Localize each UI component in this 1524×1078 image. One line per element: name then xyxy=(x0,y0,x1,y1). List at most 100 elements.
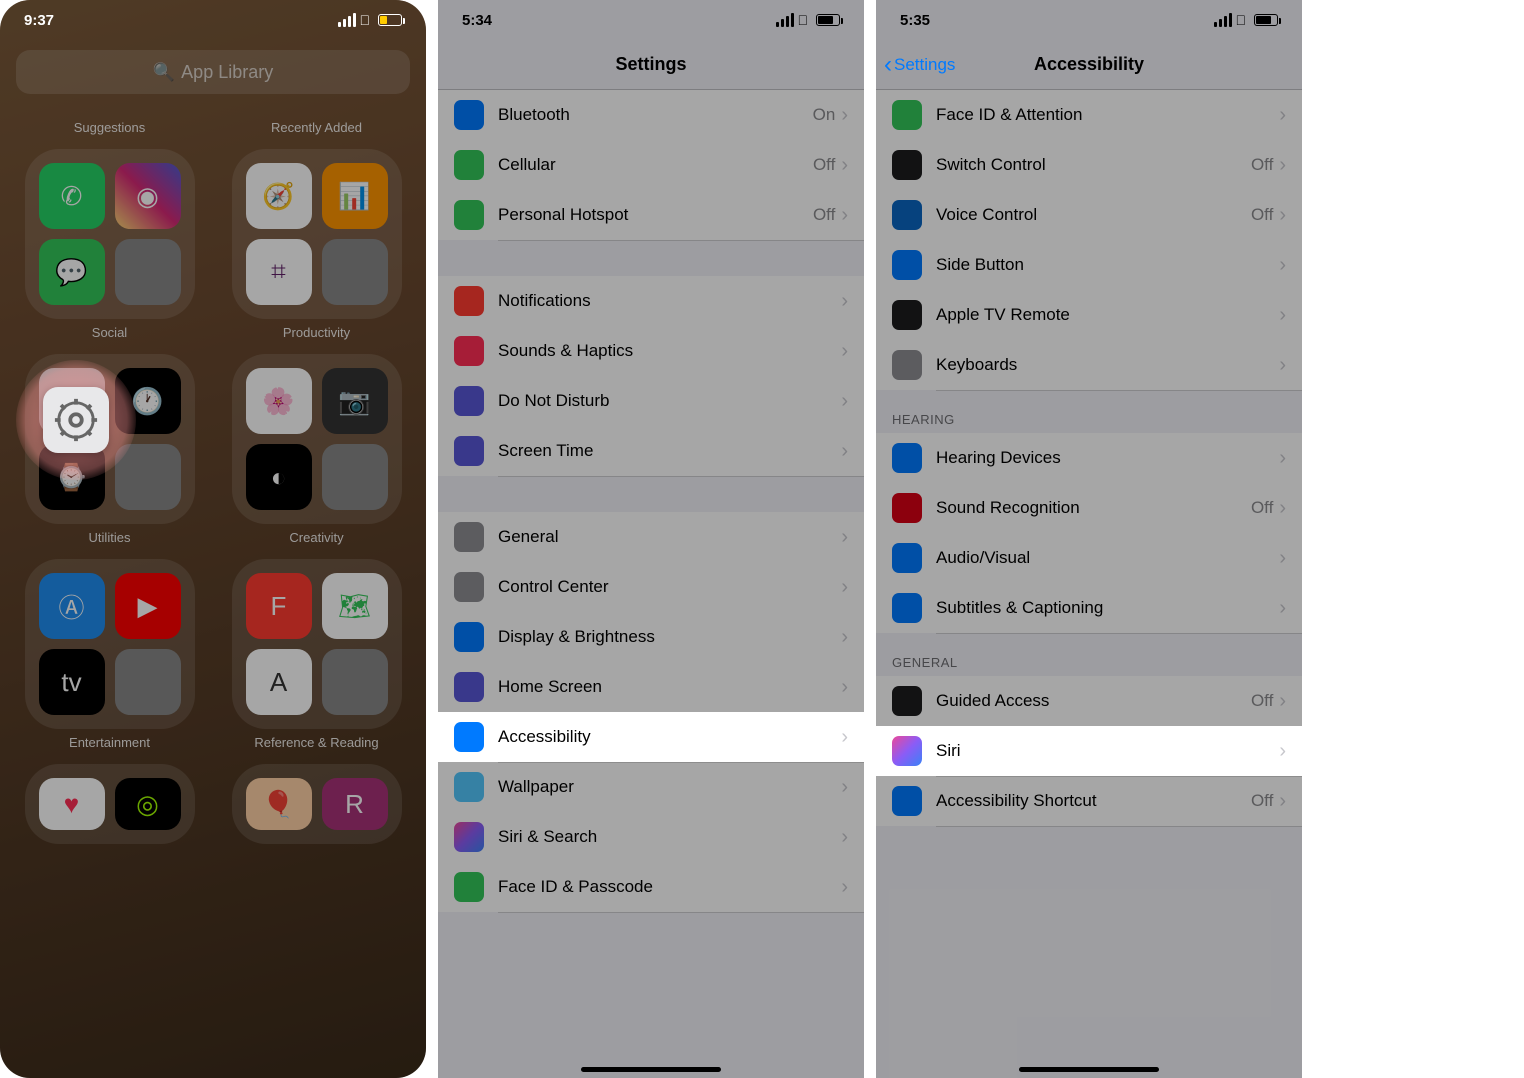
audio-visual-icon xyxy=(892,543,922,573)
slack-icon[interactable]: ⌗ xyxy=(246,239,312,305)
folder-more-icon[interactable] xyxy=(322,239,388,305)
settings-row[interactable]: Personal HotspotOff› xyxy=(438,190,864,240)
chevron-right-icon: › xyxy=(1279,304,1286,327)
camera-icon[interactable]: 📷 xyxy=(322,368,388,434)
chevron-right-icon: › xyxy=(1279,497,1286,520)
row-label: Face ID & Attention xyxy=(936,105,1279,125)
settings-row[interactable]: Siri & Search› xyxy=(438,812,864,862)
settings-row[interactable]: CellularOff› xyxy=(438,140,864,190)
settings-row[interactable]: Home Screen› xyxy=(438,662,864,712)
settings-row[interactable]: Control Center› xyxy=(438,562,864,612)
chevron-right-icon: › xyxy=(841,676,848,699)
row-label: Hearing Devices xyxy=(936,448,1279,468)
folder-label: Recently Added xyxy=(223,120,410,135)
chevron-right-icon: › xyxy=(841,626,848,649)
settings-list[interactable]: BluetoothOn›CellularOff›Personal Hotspot… xyxy=(438,90,864,912)
safari-icon[interactable]: 🧭 xyxy=(246,163,312,229)
flipboard-icon[interactable]: F xyxy=(246,573,312,639)
settings-row[interactable]: Wallpaper› xyxy=(438,762,864,812)
analytics-icon[interactable]: 📊 xyxy=(322,163,388,229)
home-indicator[interactable] xyxy=(581,1067,721,1072)
folder-more-icon[interactable] xyxy=(115,649,181,715)
settings-row[interactable]: Guided AccessOff› xyxy=(876,676,1302,726)
voice-control-icon xyxy=(892,200,922,230)
row-label: Do Not Disturb xyxy=(498,391,841,411)
whatsapp-icon[interactable]: ✆ xyxy=(39,163,105,229)
section-gap xyxy=(438,240,864,276)
settings-row[interactable]: Keyboards› xyxy=(876,340,1302,390)
back-button[interactable]: ‹ Settings xyxy=(884,51,955,79)
folder-more-icon[interactable] xyxy=(115,239,181,305)
settings-app-icon[interactable] xyxy=(43,387,109,453)
messages-icon[interactable]: 💬 xyxy=(39,239,105,305)
appletv-icon[interactable]: tv xyxy=(39,649,105,715)
row-label: Siri & Search xyxy=(498,827,841,847)
folder-label: Entertainment xyxy=(16,735,203,750)
settings-row[interactable]: General› xyxy=(438,512,864,562)
folder-reference[interactable]: F 🗺 A xyxy=(232,559,402,729)
row-label: Side Button xyxy=(936,255,1279,275)
settings-row[interactable]: Screen Time› xyxy=(438,426,864,476)
screenshot-app-library: 9:37 􀙇 🔍 App Library Suggestions Recentl… xyxy=(0,0,426,1078)
row-label: Accessibility xyxy=(498,727,841,747)
folder-productivity[interactable]: 🧭 📊 ⌗ xyxy=(232,149,402,319)
app-icon[interactable]: ◐ xyxy=(246,444,312,510)
chevron-right-icon: › xyxy=(1279,354,1286,377)
folder-label: Creativity xyxy=(223,530,410,545)
folder-label: Social xyxy=(16,325,203,340)
row-label: Sounds & Haptics xyxy=(498,341,841,361)
folder-social[interactable]: ✆ ◉ 💬 xyxy=(25,149,195,319)
folder[interactable]: 🎈 R xyxy=(232,764,402,844)
instagram-icon[interactable]: ◉ xyxy=(115,163,181,229)
settings-row[interactable]: Siri› xyxy=(876,726,1302,776)
hearing-devices-icon xyxy=(892,443,922,473)
fitness-icon[interactable]: ◎ xyxy=(115,778,181,830)
chevron-right-icon: › xyxy=(1279,204,1286,227)
settings-row[interactable]: Apple TV Remote› xyxy=(876,290,1302,340)
settings-row[interactable]: Sound RecognitionOff› xyxy=(876,483,1302,533)
settings-row[interactable]: BluetoothOn› xyxy=(438,90,864,140)
folder[interactable]: ♥ ◎ xyxy=(25,764,195,844)
folder-more-icon[interactable] xyxy=(322,444,388,510)
settings-row[interactable]: Face ID & Passcode› xyxy=(438,862,864,912)
settings-row[interactable]: Switch ControlOff› xyxy=(876,140,1302,190)
settings-row[interactable]: Display & Brightness› xyxy=(438,612,864,662)
rhymes-icon[interactable]: R xyxy=(322,778,388,830)
chevron-right-icon: › xyxy=(841,576,848,599)
settings-row[interactable]: Voice ControlOff› xyxy=(876,190,1302,240)
settings-row[interactable]: Accessibility ShortcutOff› xyxy=(876,776,1302,826)
row-label: Bluetooth xyxy=(498,105,813,125)
chevron-right-icon: › xyxy=(1279,597,1286,620)
chevron-left-icon: ‹ xyxy=(884,51,892,79)
youtube-icon[interactable]: ▶ xyxy=(115,573,181,639)
settings-row[interactable]: Do Not Disturb› xyxy=(438,376,864,426)
settings-row[interactable]: Sounds & Haptics› xyxy=(438,326,864,376)
chevron-right-icon: › xyxy=(841,526,848,549)
settings-row[interactable]: Audio/Visual› xyxy=(876,533,1302,583)
app-library-search[interactable]: 🔍 App Library xyxy=(16,50,410,94)
maps-icon[interactable]: 🗺 xyxy=(322,573,388,639)
settings-row[interactable]: Accessibility› xyxy=(438,712,864,762)
highlight-settings-app xyxy=(16,360,136,480)
chevron-right-icon: › xyxy=(841,390,848,413)
settings-row[interactable]: Notifications› xyxy=(438,276,864,326)
accessibility-list[interactable]: Face ID & Attention›Switch ControlOff›Vo… xyxy=(876,90,1302,826)
appstore-icon[interactable]: Ⓐ xyxy=(39,573,105,639)
screenshot-accessibility: 5:35 􀙇 ‹ Settings Accessibility Face ID … xyxy=(876,0,1302,1078)
settings-row[interactable]: Hearing Devices› xyxy=(876,433,1302,483)
search-placeholder: App Library xyxy=(181,62,273,83)
do-not-disturb-icon xyxy=(454,386,484,416)
settings-row[interactable]: Side Button› xyxy=(876,240,1302,290)
kids-icon[interactable]: 🎈 xyxy=(246,778,312,830)
health-icon[interactable]: ♥ xyxy=(39,778,105,830)
settings-row[interactable]: Subtitles & Captioning› xyxy=(876,583,1302,633)
folder-creativity[interactable]: 🌸 📷 ◐ xyxy=(232,354,402,524)
settings-row[interactable]: Face ID & Attention› xyxy=(876,90,1302,140)
home-indicator[interactable] xyxy=(1019,1067,1159,1072)
folder-more-icon[interactable] xyxy=(322,649,388,715)
photos-icon[interactable]: 🌸 xyxy=(246,368,312,434)
status-time: 5:34 xyxy=(462,12,492,29)
translate-icon[interactable]: A xyxy=(246,649,312,715)
folder-entertainment[interactable]: Ⓐ ▶ tv xyxy=(25,559,195,729)
row-label: Accessibility Shortcut xyxy=(936,791,1251,811)
